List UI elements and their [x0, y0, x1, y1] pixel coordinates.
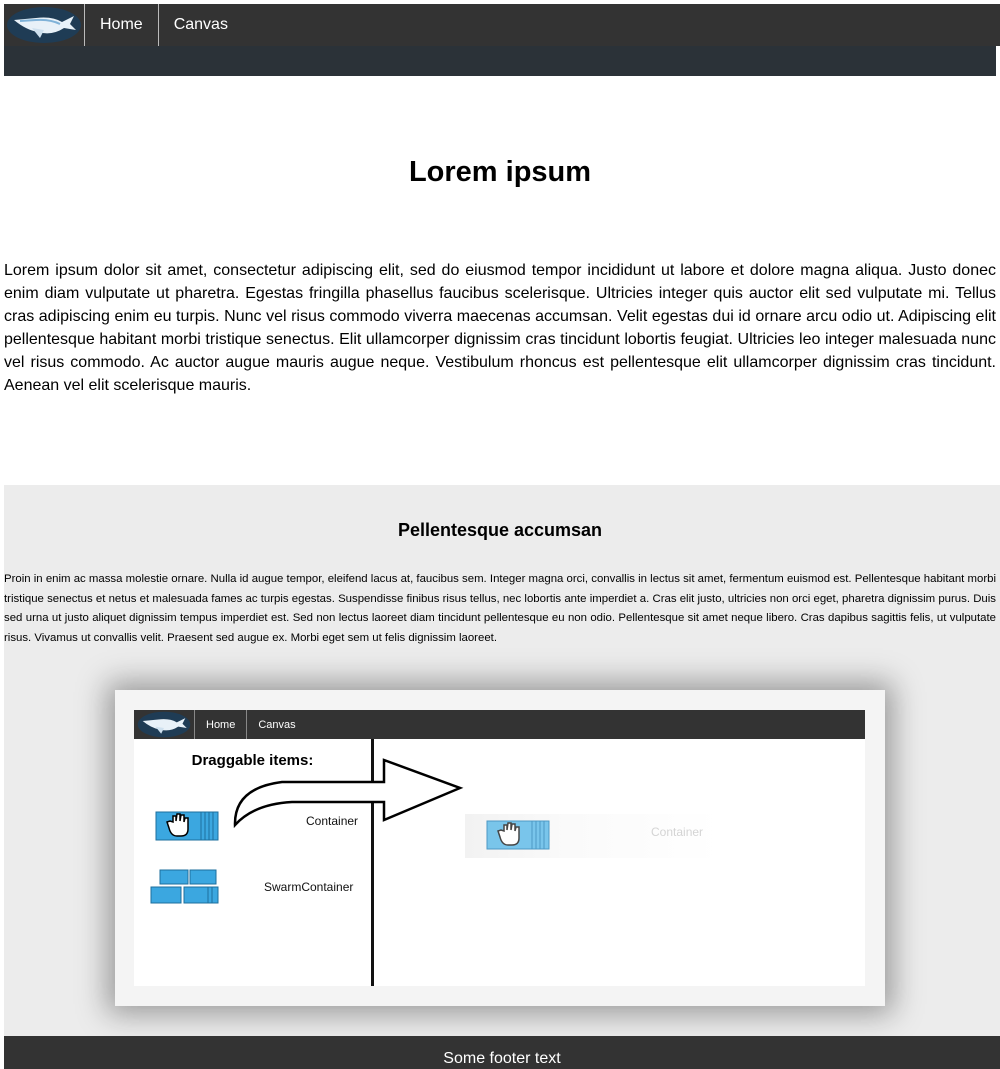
nav-canvas-link[interactable]: Canvas	[157, 4, 243, 46]
dropped-container-label: Container	[651, 825, 704, 839]
hero-title: Lorem ipsum	[408, 156, 592, 188]
container-icon	[155, 808, 219, 847]
swarm-container-icon	[150, 869, 220, 910]
hero-paragraph: Lorem ipsum dolor sit amet, consectetur …	[4, 262, 996, 394]
nav-home-link[interactable]: Home	[84, 4, 158, 46]
footer: Some footer text	[4, 1036, 1000, 1069]
illustration-navbar: Home Canvas	[134, 710, 865, 739]
whale-logo-icon[interactable]	[4, 4, 84, 46]
illustration-workspace: Draggable items: Container SwarmContaine…	[134, 739, 865, 986]
drag-arrow-icon	[233, 758, 464, 828]
drag-demo-illustration: Home Canvas Draggable items: Container S…	[115, 690, 885, 1006]
page-frame: Home Canvas Lorem ipsum Lorem ipsum dolo…	[4, 4, 1000, 1069]
section-title: Pellentesque accumsan	[397, 520, 603, 540]
section-paragraph: Proin in enim ac massa molestie ornare. …	[4, 573, 996, 644]
footer-text: Some footer text	[443, 1050, 561, 1067]
navbar: Home Canvas	[4, 4, 1000, 46]
illustration-nav-canvas: Canvas	[246, 710, 306, 739]
swarm-container-item-label: SwarmContainer	[264, 880, 354, 894]
nav-banner-strip	[4, 46, 996, 76]
illustration-nav-home: Home	[194, 710, 246, 739]
dropped-container-icon	[486, 817, 550, 856]
feature-section: Pellentesque accumsan Proin in enim ac m…	[4, 485, 1000, 1036]
illustration-whale-logo-icon	[134, 710, 194, 739]
